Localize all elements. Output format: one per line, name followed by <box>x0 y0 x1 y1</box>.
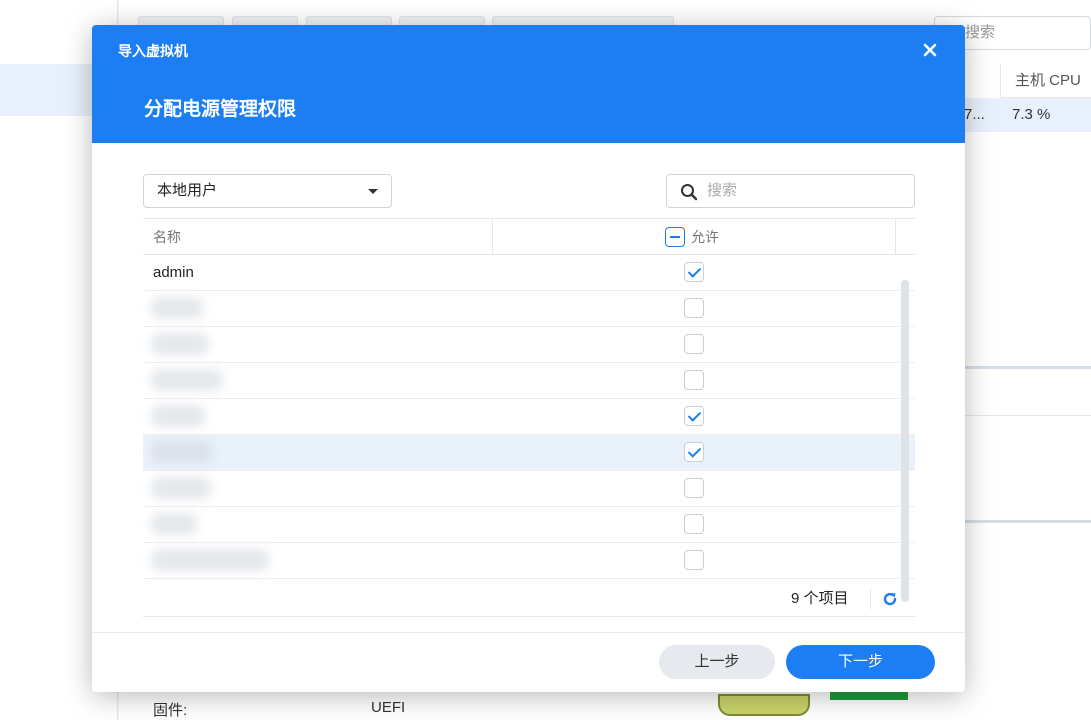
background-column-header[interactable]: 主机 CPU <box>1000 64 1091 98</box>
allow-checkbox[interactable] <box>684 406 704 426</box>
background-usage-bar <box>830 692 908 700</box>
column-divider[interactable] <box>492 219 493 255</box>
import-vm-dialog: 导入虚拟机 分配电源管理权限 本地用户 搜索 名称 允许 admin 9 个项目… <box>92 25 965 692</box>
next-step-button[interactable]: 下一步 <box>786 645 935 679</box>
user-name-redacted <box>151 405 205 427</box>
footer-divider <box>92 632 965 633</box>
allow-checkbox[interactable] <box>684 298 704 318</box>
table-scrollbar[interactable] <box>901 280 909 602</box>
user-permission-table: 名称 允许 admin 9 个项目 <box>143 218 915 617</box>
user-search-input[interactable]: 搜索 <box>666 174 915 208</box>
item-count: 9 个项目 <box>791 590 849 607</box>
background-row-cell: 7... <box>964 106 985 123</box>
user-type-select[interactable]: 本地用户 <box>143 174 392 208</box>
table-header: 名称 允许 <box>143 218 915 255</box>
table-row[interactable] <box>143 291 915 327</box>
background-firmware-value: UEFI <box>371 699 406 716</box>
allow-checkbox[interactable] <box>684 478 704 498</box>
table-row[interactable] <box>143 543 915 579</box>
allow-checkbox[interactable] <box>684 334 704 354</box>
table-row[interactable]: admin <box>143 255 915 291</box>
column-header-allow-label: 允许 <box>691 229 719 245</box>
allow-checkbox[interactable] <box>684 370 704 390</box>
user-name: admin <box>153 264 194 281</box>
select-all-checkbox[interactable] <box>665 227 685 247</box>
table-body: admin <box>143 255 915 581</box>
background-panel <box>965 372 1091 416</box>
background-divider <box>965 366 1091 369</box>
user-name-redacted <box>151 549 269 571</box>
column-header-name[interactable]: 名称 <box>153 219 181 255</box>
table-row[interactable] <box>143 471 915 507</box>
user-name-redacted <box>151 369 223 391</box>
close-button[interactable] <box>918 38 942 62</box>
memory-chip-icon <box>718 694 810 716</box>
table-row[interactable] <box>143 507 915 543</box>
background-search-placeholder: 搜索 <box>965 24 996 41</box>
table-row[interactable] <box>143 435 915 471</box>
background-firmware-label: 固件: <box>153 702 188 719</box>
allow-checkbox[interactable] <box>684 514 704 534</box>
column-divider[interactable] <box>895 219 896 255</box>
search-icon <box>681 184 698 201</box>
allow-checkbox[interactable] <box>684 442 704 462</box>
background-row-cpu: 7.3 % <box>1012 106 1051 123</box>
previous-step-button[interactable]: 上一步 <box>659 645 775 679</box>
close-icon <box>923 43 937 57</box>
allow-checkbox[interactable] <box>684 262 704 282</box>
user-name-redacted <box>151 297 203 319</box>
user-name-redacted <box>151 477 211 499</box>
user-type-select-value: 本地用户 <box>157 182 218 199</box>
table-row[interactable] <box>143 399 915 435</box>
refresh-icon <box>883 592 897 606</box>
dialog-header: 导入虚拟机 分配电源管理权限 <box>92 25 965 143</box>
allow-checkbox[interactable] <box>684 550 704 570</box>
chevron-down-icon <box>368 189 378 194</box>
footer-divider <box>870 589 871 609</box>
user-name-redacted <box>151 513 197 535</box>
user-name-redacted <box>151 333 209 355</box>
table-row[interactable] <box>143 327 915 363</box>
background-divider <box>965 520 1091 523</box>
column-header-allow: 允许 <box>665 219 719 255</box>
search-placeholder: 搜索 <box>707 182 738 199</box>
dialog-window-title: 导入虚拟机 <box>118 43 188 59</box>
step-title: 分配电源管理权限 <box>144 99 297 120</box>
user-name-redacted <box>151 441 213 463</box>
refresh-button[interactable] <box>881 590 899 608</box>
table-footer: 9 个项目 <box>143 581 915 617</box>
table-row[interactable] <box>143 363 915 399</box>
